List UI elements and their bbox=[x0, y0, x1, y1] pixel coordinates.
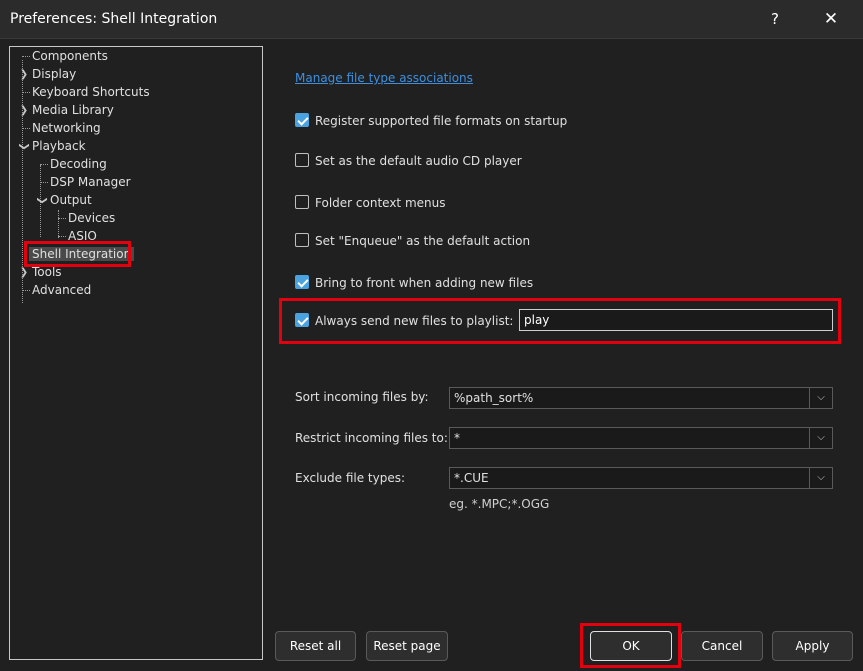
tree-item-playback[interactable]: ❯ Playback bbox=[19, 138, 86, 155]
tree-branch-line bbox=[22, 128, 30, 129]
ok-highlight-box bbox=[580, 623, 681, 668]
tree-item-label: Display bbox=[32, 67, 77, 81]
exclude-label: Exclude file types: bbox=[295, 471, 406, 485]
option-label: Folder context menus bbox=[315, 196, 446, 210]
tree-item-label: Output bbox=[50, 193, 92, 207]
cancel-button[interactable]: Cancel bbox=[681, 631, 763, 661]
tree-item-label: DSP Manager bbox=[50, 175, 131, 189]
tree-item-advanced[interactable]: Advanced bbox=[22, 282, 92, 299]
tree-item-label: Tools bbox=[32, 265, 62, 279]
window-title: Preferences: Shell Integration bbox=[10, 11, 218, 27]
tree-branch-line bbox=[58, 218, 66, 219]
chevron-down-icon[interactable]: ❯ bbox=[34, 195, 51, 207]
tree-item-decoding[interactable]: Decoding bbox=[40, 156, 107, 173]
option-label: Bring to front when adding new files bbox=[315, 276, 534, 290]
tree-branch-line bbox=[40, 164, 48, 165]
checkbox[interactable] bbox=[295, 275, 309, 289]
checkbox[interactable] bbox=[295, 113, 309, 127]
tree-item-keyboard-shortcuts[interactable]: Keyboard Shortcuts bbox=[22, 84, 150, 101]
chevron-right-icon[interactable]: ❯ bbox=[18, 66, 30, 83]
tree-item-devices[interactable]: Devices bbox=[58, 210, 116, 227]
chevron-down-icon[interactable]: ⌵ bbox=[809, 388, 832, 408]
title-bar: Preferences: Shell Integration ? ✕ bbox=[0, 0, 863, 39]
playlist-option-highlight-box bbox=[279, 298, 841, 344]
tree-branch-line bbox=[22, 92, 30, 93]
checkbox[interactable] bbox=[295, 153, 309, 167]
option-label: Set as the default audio CD player bbox=[315, 154, 522, 168]
tree-item-label: Networking bbox=[32, 121, 101, 135]
exclude-hint: eg. *.MPC;*.OGG bbox=[449, 497, 550, 511]
reset-page-button[interactable]: Reset page bbox=[366, 631, 448, 661]
selection-highlight-box bbox=[24, 241, 131, 267]
restrict-label: Restrict incoming files to: bbox=[295, 431, 448, 445]
chevron-down-icon[interactable]: ⌵ bbox=[809, 468, 832, 488]
restrict-combobox[interactable]: * ⌵ bbox=[449, 427, 833, 449]
tree-connector bbox=[58, 210, 59, 238]
chevron-down-icon[interactable]: ❯ bbox=[16, 141, 33, 153]
tree-item-label: Components bbox=[32, 49, 108, 63]
sort-combobox[interactable]: %path_sort% ⌵ bbox=[449, 387, 833, 409]
tree-item-display[interactable]: ❯ Display bbox=[20, 66, 77, 83]
checkbox[interactable] bbox=[295, 195, 309, 209]
tree-item-components[interactable]: Components bbox=[22, 48, 108, 65]
tree-item-output[interactable]: ❯ Output bbox=[37, 192, 92, 209]
tree-item-networking[interactable]: Networking bbox=[22, 120, 101, 137]
apply-button[interactable]: Apply bbox=[772, 631, 853, 661]
chevron-down-icon[interactable]: ⌵ bbox=[809, 428, 832, 448]
close-button[interactable]: ✕ bbox=[818, 6, 844, 32]
tree-branch-line bbox=[22, 290, 30, 291]
tree-item-label: Media Library bbox=[32, 103, 114, 117]
exclude-combobox[interactable]: *.CUE ⌵ bbox=[449, 467, 833, 489]
manage-file-type-associations-link[interactable]: Manage file type associations bbox=[295, 71, 473, 85]
reset-all-button[interactable]: Reset all bbox=[275, 631, 356, 661]
sort-value: %path_sort% bbox=[454, 391, 534, 405]
tree-item-label: Playback bbox=[32, 139, 86, 153]
option-label: Set "Enqueue" as the default action bbox=[315, 234, 531, 248]
exclude-value: *.CUE bbox=[454, 471, 489, 485]
checkbox[interactable] bbox=[295, 233, 309, 247]
tree-item-label: Keyboard Shortcuts bbox=[32, 85, 150, 99]
tree-branch-line bbox=[40, 182, 48, 183]
tree-item-label: Advanced bbox=[32, 283, 92, 297]
help-button[interactable]: ? bbox=[762, 6, 788, 32]
tree-item-label: Decoding bbox=[50, 157, 107, 171]
tree-item-media-library[interactable]: ❯ Media Library bbox=[20, 102, 114, 119]
tree-branch-line bbox=[58, 236, 66, 237]
tree-branch-line bbox=[22, 56, 30, 57]
restrict-value: * bbox=[454, 431, 460, 445]
option-label: Register supported file formats on start… bbox=[315, 114, 568, 128]
tree-item-dsp-manager[interactable]: DSP Manager bbox=[40, 174, 131, 191]
tree-item-label: Devices bbox=[68, 211, 116, 225]
sort-label: Sort incoming files by: bbox=[295, 390, 429, 404]
chevron-right-icon[interactable]: ❯ bbox=[18, 102, 30, 119]
